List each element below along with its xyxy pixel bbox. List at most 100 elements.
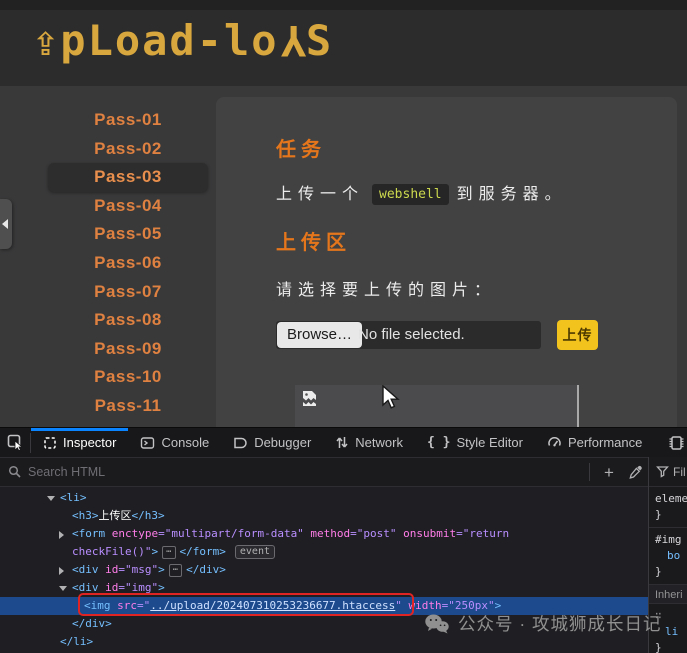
tab-style-editor[interactable]: { } Style Editor — [415, 428, 535, 457]
sidebar-collapse-handle[interactable] — [0, 199, 12, 249]
rule-line: #img — [649, 532, 687, 548]
code-token: <div — [72, 563, 99, 576]
debugger-icon — [233, 436, 248, 450]
watermark-text: 公众号 · 攻城狮成长日记 — [458, 611, 662, 636]
screen: ⇪pLoad-loYS Pass-01Pass-02Pass-03Pass-04… — [0, 0, 687, 653]
code-token: <form — [72, 527, 105, 540]
search-html-bar: + — [0, 457, 648, 487]
expand-arrow-icon[interactable] — [59, 586, 67, 591]
expand-arrow-icon[interactable] — [59, 531, 64, 539]
code-token: method — [304, 527, 350, 540]
markup-line[interactable]: checkFile()">⋯</form>event — [0, 543, 648, 561]
filter-styles-bar[interactable]: Fil — [649, 457, 687, 487]
markup-line[interactable]: <div id="msg">⋯</div> — [0, 561, 648, 579]
markup-line[interactable]: <div id="img"> — [0, 579, 648, 597]
console-icon — [140, 436, 155, 450]
inherited-header: Inheri — [649, 584, 687, 604]
add-node-button[interactable]: + — [596, 458, 622, 487]
sidebar-item-pass-07[interactable]: Pass-07 — [48, 278, 208, 307]
tab-network[interactable]: Network — [323, 428, 415, 457]
code-token: id — [99, 581, 119, 594]
code-token: </li> — [60, 635, 93, 648]
eyedropper-icon — [628, 465, 643, 480]
eyedropper-button[interactable] — [622, 458, 648, 487]
code-token: " — [395, 599, 402, 612]
inspector-icon — [43, 436, 57, 450]
code-token: </h3> — [132, 509, 165, 522]
search-icon — [8, 465, 22, 479]
sidebar-item-pass-04[interactable]: Pass-04 — [48, 192, 208, 221]
browse-button[interactable]: Browse… — [277, 322, 362, 348]
sidebar-item-pass-10[interactable]: Pass-10 — [48, 363, 208, 392]
tab-inspector[interactable]: Inspector — [31, 428, 128, 457]
tab-debugger[interactable]: Debugger — [221, 428, 323, 457]
sidebar-item-pass-01[interactable]: Pass-01 — [48, 106, 208, 135]
sidebar-item-pass-11[interactable]: Pass-11 — [48, 392, 208, 421]
plus-icon: + — [604, 464, 614, 481]
header-top-strip — [0, 0, 687, 10]
code-token: </div> — [186, 563, 226, 576]
sidebar-item-pass-06[interactable]: Pass-06 — [48, 249, 208, 278]
uploaded-image-container — [295, 385, 579, 427]
tab-console[interactable]: Console — [128, 428, 221, 457]
search-html-input[interactable] — [28, 465, 583, 479]
tab-performance[interactable]: Performance — [535, 428, 654, 457]
code-token: "msg" — [125, 563, 158, 576]
filter-funnel-icon — [656, 465, 669, 478]
code-token: "post" — [357, 527, 397, 540]
sidebar-item-pass-09[interactable]: Pass-09 — [48, 335, 208, 364]
browser-page: ⇪pLoad-loYS Pass-01Pass-02Pass-03Pass-04… — [0, 0, 687, 427]
memory-icon — [667, 434, 687, 452]
chevron-left-icon — [2, 219, 8, 229]
markup-line[interactable]: <form enctype="multipart/form-data" meth… — [0, 525, 648, 543]
webshell-code-badge: webshell — [372, 184, 449, 205]
markup-line[interactable]: <li> — [0, 489, 648, 507]
mouse-cursor — [381, 385, 401, 412]
broken-image-icon — [301, 390, 318, 407]
performance-icon — [547, 435, 562, 450]
code-token: "img" — [125, 581, 158, 594]
code-token: = — [118, 581, 125, 594]
upload-button[interactable]: 上传 — [557, 320, 598, 350]
event-badge[interactable]: event — [235, 545, 275, 559]
code-token: =" — [137, 599, 150, 612]
code-token: </form> — [180, 545, 226, 558]
code-token: "return — [463, 527, 509, 540]
upload-area-heading: 上传区 — [276, 226, 351, 255]
expand-arrow-icon[interactable] — [59, 567, 64, 575]
collapsed-content-badge[interactable]: ⋯ — [162, 546, 175, 559]
tab-memory[interactable] — [655, 428, 687, 457]
code-token: = — [456, 527, 463, 540]
code-token: > — [158, 581, 165, 594]
devtools-tabbar: Inspector Console Debugger — [0, 428, 687, 457]
task-line: 上传一个webshell到服务器。 — [276, 180, 567, 205]
code-token: <img — [84, 599, 111, 612]
sidebar-item-pass-02[interactable]: Pass-02 — [48, 135, 208, 164]
rule-line: eleme — [649, 491, 687, 507]
sidebar-item-pass-03[interactable]: Pass-03 — [48, 163, 208, 192]
upload-labs-logo: ⇪pLoad-loYS — [33, 16, 333, 65]
pass-sidebar: Pass-01Pass-02Pass-03Pass-04Pass-05Pass-… — [48, 106, 208, 421]
code-token: > — [158, 563, 165, 576]
rule-line: } — [649, 564, 687, 580]
watermark: 公众号 · 攻城狮成长日记 — [424, 611, 662, 636]
sidebar-item-pass-05[interactable]: Pass-05 — [48, 220, 208, 249]
site-header: ⇪pLoad-loYS — [0, 0, 687, 86]
file-status-text: No file selected. — [358, 321, 465, 349]
task-text-pre: 上传一个 — [276, 186, 364, 203]
file-input[interactable]: Browse… No file selected. — [276, 321, 541, 349]
code-token: > — [151, 545, 158, 558]
markup-line[interactable]: <h3>上传区</h3> — [0, 507, 648, 525]
expand-arrow-icon[interactable] — [47, 496, 55, 501]
rule-divider — [649, 527, 687, 528]
code-token: = — [350, 527, 357, 540]
code-token: <div — [72, 581, 99, 594]
code-token: <h3> — [72, 509, 99, 522]
sidebar-item-pass-08[interactable]: Pass-08 — [48, 306, 208, 335]
code-token: 上传区 — [99, 509, 132, 522]
element-picker-button[interactable] — [0, 428, 30, 457]
searchbar-divider — [589, 463, 590, 481]
code-token: onsubmit — [397, 527, 457, 540]
rule-line: } — [649, 640, 687, 653]
collapsed-content-badge[interactable]: ⋯ — [169, 564, 182, 577]
